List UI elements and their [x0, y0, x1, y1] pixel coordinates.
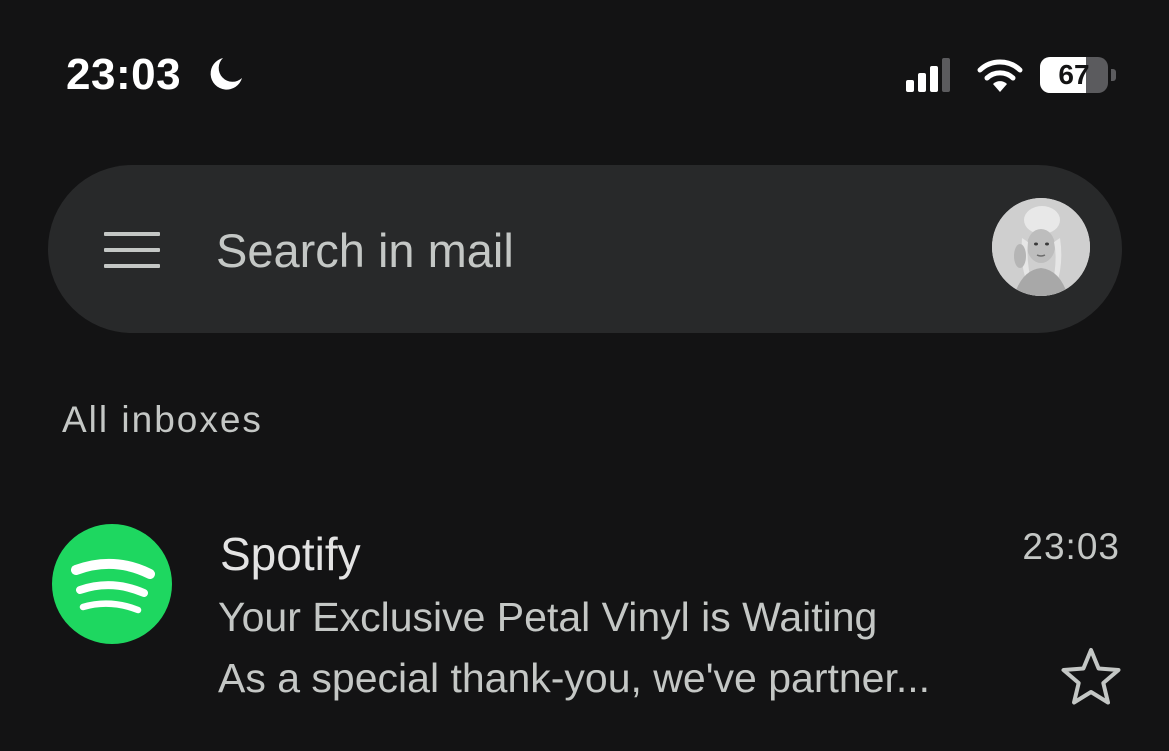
avatar-photo-icon	[992, 198, 1090, 296]
section-label: All inboxes	[62, 399, 263, 440]
gmail-inbox-screen: 23:03 67 Search in mail All inboxes Spot…	[0, 0, 1169, 751]
email-sender: Spotify	[220, 528, 361, 580]
search-input[interactable]	[216, 218, 956, 282]
email-time: 23:03	[1022, 526, 1120, 567]
star-icon[interactable]	[1058, 644, 1124, 710]
spotify-logo-icon	[52, 524, 172, 644]
moon-icon	[210, 58, 242, 90]
email-snippet: As a special thank-you, we've partner...	[218, 655, 931, 701]
account-avatar[interactable]	[992, 198, 1090, 296]
wifi-icon	[977, 59, 1023, 92]
status-time: 23:03	[66, 50, 182, 99]
hamburger-menu-icon[interactable]	[104, 232, 160, 268]
battery-icon: 67	[1040, 57, 1118, 93]
battery-level: 67	[1058, 59, 1090, 90]
email-subject: Your Exclusive Petal Vinyl is Waiting	[218, 594, 878, 640]
email-list-item[interactable]: Spotify 23:03 Your Exclusive Petal Vinyl…	[0, 500, 1169, 751]
signal-icon	[906, 58, 950, 92]
